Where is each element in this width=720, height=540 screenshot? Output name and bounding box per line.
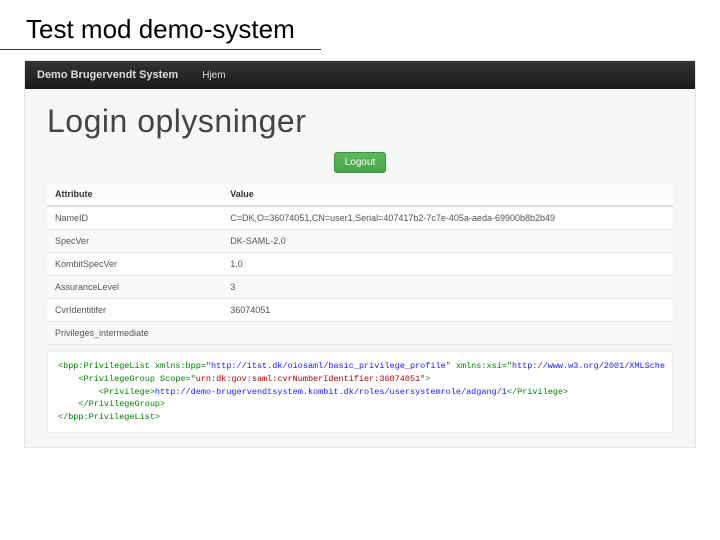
xml-line: <bpp:PrivilegeList xmlns:bpp="http://its…: [58, 360, 662, 373]
table-row: KombitSpecVer 1.0: [47, 253, 673, 276]
cell-value: 3: [222, 276, 673, 299]
content-area: Login oplysninger Logout Attribute Value…: [25, 89, 695, 447]
xml-line: </PrivilegeGroup>: [58, 398, 662, 411]
xml-privileges-block: <bpp:PrivilegeList xmlns:bpp="http://its…: [47, 351, 673, 433]
app-frame: Demo Brugervendt System Hjem Login oplys…: [24, 60, 696, 448]
cell-value: 36074051: [222, 299, 673, 322]
slide-title: Test mod demo-system: [0, 0, 321, 50]
table-row: AssuranceLevel 3: [47, 276, 673, 299]
logout-button[interactable]: Logout: [334, 152, 387, 173]
table-row: Privileges_intermediate: [47, 322, 673, 345]
page-title: Login oplysninger: [47, 103, 673, 140]
cell-attr: Privileges_intermediate: [47, 322, 222, 345]
table-row: CvrIdentitifer 36074051: [47, 299, 673, 322]
cell-value: C=DK,O=36074051,CN=user1,Serial=407417b2…: [222, 206, 673, 230]
xml-line: </bpp:PrivilegeList>: [58, 411, 662, 424]
xml-line: <PrivilegeGroup Scope="urn:dk:gov:saml:c…: [58, 373, 662, 386]
th-attribute: Attribute: [47, 183, 222, 206]
nav-item-hjem[interactable]: Hjem: [194, 70, 233, 81]
attributes-table: Attribute Value NameID C=DK,O=36074051,C…: [47, 183, 673, 345]
table-row: SpecVer DK-SAML-2.0: [47, 230, 673, 253]
cell-attr: NameID: [47, 206, 222, 230]
table-row: NameID C=DK,O=36074051,CN=user1,Serial=4…: [47, 206, 673, 230]
th-value: Value: [222, 183, 673, 206]
xml-line: <Privilege>http://demo-brugervendtsystem…: [58, 386, 662, 399]
navbar: Demo Brugervendt System Hjem: [25, 61, 695, 89]
cell-value: 1.0: [222, 253, 673, 276]
navbar-brand[interactable]: Demo Brugervendt System: [37, 69, 178, 81]
cell-attr: AssuranceLevel: [47, 276, 222, 299]
cell-value: [222, 322, 673, 345]
cell-attr: SpecVer: [47, 230, 222, 253]
cell-value: DK-SAML-2.0: [222, 230, 673, 253]
cell-attr: CvrIdentitifer: [47, 299, 222, 322]
cell-attr: KombitSpecVer: [47, 253, 222, 276]
